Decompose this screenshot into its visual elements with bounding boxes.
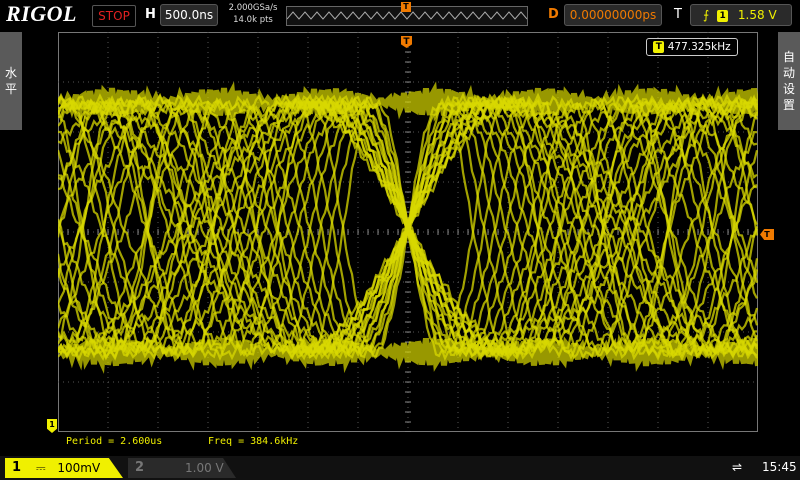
auto-setup-tab[interactable]: 自动设置 bbox=[778, 32, 800, 130]
trigger-source-chip: 1 bbox=[717, 9, 729, 22]
trigger-level: 1.58 V bbox=[737, 8, 777, 22]
channel-1-scale-value: 100mV bbox=[57, 461, 101, 475]
auto-setup-label: 自动设置 bbox=[782, 50, 795, 112]
dc-coupling-icon: ⎓ bbox=[36, 461, 46, 475]
waveform-display[interactable] bbox=[58, 32, 758, 432]
clock: 15:45 bbox=[762, 460, 797, 474]
delay-label: D bbox=[548, 7, 559, 22]
horizontal-menu-label: 水平 bbox=[4, 66, 17, 96]
channel-1-scale: ⎓ 100mV bbox=[36, 461, 100, 476]
delay-value[interactable]: 0.00000000ps bbox=[564, 4, 662, 26]
channel-2-scale: 1.00 V bbox=[185, 461, 224, 475]
trigger-level-marker[interactable]: T bbox=[760, 229, 774, 240]
rising-edge-icon: ⨍ bbox=[703, 8, 710, 22]
channel-1-trace bbox=[58, 81, 758, 374]
sample-rate: 2.000GSa/s bbox=[228, 3, 278, 13]
frequency-measurement: Freq = 384.6kHz bbox=[208, 436, 299, 447]
memory-depth: 14.0k pts bbox=[233, 15, 273, 25]
usb-icon: ⇌ bbox=[732, 460, 743, 474]
channel-1-ground-marker[interactable]: 1 bbox=[47, 419, 57, 433]
horizontal-menu-tab[interactable]: 水平 bbox=[0, 32, 22, 130]
trigger-settings[interactable]: ⨍ 1 1.58 V bbox=[690, 4, 792, 26]
frequency-value: 477.325kHz bbox=[667, 41, 731, 53]
sample-info: 2.000GSa/s 14.0k pts bbox=[226, 2, 280, 26]
channel-1-number: 1 bbox=[12, 460, 22, 475]
trigger-label: T bbox=[674, 7, 682, 22]
run-stop-status[interactable]: STOP bbox=[92, 5, 136, 27]
period-measurement: Period = 2.600us bbox=[66, 436, 163, 447]
horizontal-scale[interactable]: 500.0ns bbox=[160, 4, 218, 26]
rigol-logo: RIGOL bbox=[6, 1, 77, 26]
horizontal-label: H bbox=[145, 7, 156, 22]
counter-trigger-chip: T bbox=[653, 41, 665, 53]
channel-2-number: 2 bbox=[135, 460, 145, 475]
frequency-counter: T 477.325kHz bbox=[646, 38, 738, 56]
trigger-position-marker: T bbox=[401, 2, 411, 12]
